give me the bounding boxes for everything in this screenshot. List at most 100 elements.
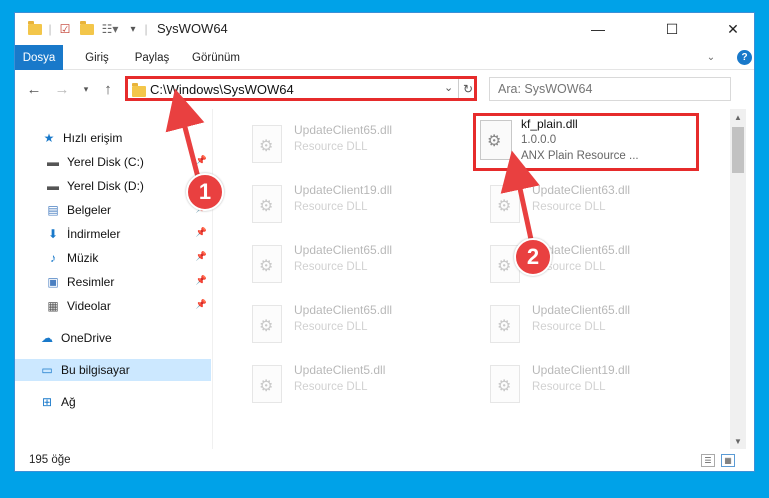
scroll-down-icon[interactable]: ▼ [730, 433, 746, 449]
nav-item[interactable]: ☁ OneDrive [15, 327, 211, 349]
file-item[interactable]: UpdateClient65.dll Resource DLL [482, 299, 712, 351]
qat-dropdown-icon[interactable]: ▾ [127, 20, 139, 38]
star-icon: ★ [43, 131, 55, 145]
pin-icon: 📌 [195, 275, 207, 285]
nav-item[interactable]: ♪ Müzik 📌 [15, 247, 211, 269]
file-description: ANX Plain Resource ... [521, 150, 639, 162]
search-box[interactable] [489, 77, 731, 101]
nav-item-label: Resimler [67, 275, 115, 289]
drive-icon: ▬ [47, 179, 59, 193]
nav-item[interactable]: ▬ Yerel Disk (D:) [15, 175, 211, 197]
status-bar: 195 öğe ☰ ▦ [15, 449, 754, 471]
details-view-icon[interactable]: ☰ [701, 454, 715, 467]
nav-item[interactable]: ⊞ Ağ [15, 391, 211, 413]
computer-icon: ▭ [41, 363, 53, 377]
pictures-icon: ▣ [47, 275, 59, 289]
cloud-icon: ☁ [41, 331, 53, 345]
file-name: UpdateClient65.dll [294, 243, 393, 257]
download-icon: ⬇ [47, 227, 59, 241]
customize-qat-icon[interactable]: ☷▾ [101, 20, 119, 38]
address-bar[interactable]: C:\Windows\SysWOW64 ⌄ ↻ [125, 76, 477, 101]
file-description: Resource DLL [294, 261, 368, 273]
nav-item[interactable]: ⬇ İndirmeler 📌 [15, 223, 211, 245]
back-button[interactable]: ← [25, 79, 43, 99]
nav-item[interactable]: ▣ Resimler 📌 [15, 271, 211, 293]
callout-2: 2 [514, 238, 552, 276]
pin-icon: 📌 [195, 155, 207, 165]
nav-item[interactable]: ▬ Yerel Disk (C:) 📌 [15, 151, 211, 173]
navigation-pane: ★ Hızlı erişim ▬ Yerel Disk (C:) 📌 ▬ Yerel Dis… [15, 109, 213, 449]
help-icon[interactable]: ? [737, 50, 752, 65]
file-item[interactable]: UpdateClient65.dll Resource DLL [244, 299, 474, 351]
address-dropdown-icon[interactable]: ⌄ [444, 81, 453, 94]
file-description: Resource DLL [532, 321, 606, 333]
separator: | [144, 22, 148, 36]
ribbon-expand-icon[interactable]: ⌄ [703, 45, 719, 70]
dll-file-icon [252, 125, 282, 163]
properties-icon[interactable]: ☑ [57, 20, 73, 38]
nav-item[interactable]: ★ Hızlı erişim [15, 127, 211, 149]
tab-home[interactable]: Giriş [77, 45, 117, 70]
tab-share[interactable]: Paylaş [127, 45, 177, 70]
scrollbar[interactable]: ▲ ▼ [730, 109, 746, 449]
pin-icon: 📌 [195, 299, 207, 309]
window-title: SysWOW64 [157, 21, 228, 36]
title-bar: | ☑ ☷▾ ▾ | SysWOW64 — ☐ ✕ [15, 13, 754, 45]
address-row: ← → ▾ ↑ C:\Windows\SysWOW64 ⌄ ↻ [15, 71, 754, 109]
nav-item[interactable]: ▭ Bu bilgisayar [15, 359, 211, 381]
dll-file-icon [490, 305, 520, 343]
dll-file-icon [252, 305, 282, 343]
file-name: UpdateClient65.dll [294, 123, 393, 137]
file-item[interactable]: UpdateClient19.dll Resource DLL [482, 359, 712, 411]
folder-icon [132, 83, 146, 97]
refresh-icon[interactable]: ↻ [458, 79, 477, 98]
scroll-thumb[interactable] [732, 127, 744, 173]
maximize-button[interactable]: ☐ [649, 13, 695, 45]
file-name: kf_plain.dll [521, 117, 578, 131]
file-description: Resource DLL [294, 381, 368, 393]
new-folder-icon[interactable] [79, 20, 95, 38]
nav-item-label: Ağ [61, 395, 76, 409]
file-name: UpdateClient19.dll [294, 183, 393, 197]
nav-item-label: Bu bilgisayar [61, 363, 130, 377]
file-item[interactable]: UpdateClient5.dll Resource DLL [244, 359, 474, 411]
file-name: UpdateClient5.dll [294, 363, 386, 377]
highlighted-file-item[interactable]: kf_plain.dll 1.0.0.0 ANX Plain Resource ..… [473, 113, 699, 171]
close-button[interactable]: ✕ [710, 13, 754, 45]
video-icon: ▦ [47, 299, 59, 313]
address-path[interactable]: C:\Windows\SysWOW64 [150, 82, 294, 97]
up-button[interactable]: ↑ [99, 79, 117, 99]
recent-locations-icon[interactable]: ▾ [77, 79, 95, 99]
dll-file-icon [480, 120, 512, 160]
search-input[interactable] [490, 78, 730, 100]
drive-icon: ▬ [47, 155, 59, 169]
nav-item-label: OneDrive [61, 331, 112, 345]
minimize-button[interactable]: — [575, 13, 621, 45]
network-icon: ⊞ [41, 395, 53, 409]
file-description: Resource DLL [532, 381, 606, 393]
file-item[interactable]: UpdateClient65.dll Resource DLL [244, 239, 474, 291]
file-description: Resource DLL [294, 201, 368, 213]
file-name: UpdateClient65.dll [294, 303, 393, 317]
nav-item-label: Yerel Disk (D:) [67, 179, 144, 193]
item-count: 195 öğe [29, 454, 71, 466]
file-item[interactable]: UpdateClient63.dll Resource DLL [482, 179, 712, 231]
separator: | [48, 22, 52, 36]
nav-item[interactable]: ▦ Videolar 📌 [15, 295, 211, 317]
tab-file[interactable]: Dosya [15, 45, 63, 70]
pin-icon: 📌 [195, 251, 207, 261]
forward-button[interactable]: → [53, 79, 71, 99]
folder-icon [27, 20, 43, 38]
nav-item-label: Müzik [67, 251, 99, 265]
nav-item[interactable]: ▤Belgeler📌 [15, 199, 211, 221]
file-version: 1.0.0.0 [521, 134, 557, 146]
file-item[interactable]: UpdateClient65.dll Resource DLL [244, 119, 474, 171]
scroll-up-icon[interactable]: ▲ [730, 109, 746, 125]
file-item[interactable]: UpdateClient19.dll Resource DLL [244, 179, 474, 231]
file-name: UpdateClient65.dll [532, 303, 631, 317]
tab-view[interactable]: Görünüm [185, 45, 247, 70]
nav-item-label: Hızlı erişim [63, 131, 123, 145]
file-name: UpdateClient19.dll [532, 363, 631, 377]
nav-item-label: Videolar [67, 299, 111, 313]
large-icons-view-icon[interactable]: ▦ [721, 454, 735, 467]
